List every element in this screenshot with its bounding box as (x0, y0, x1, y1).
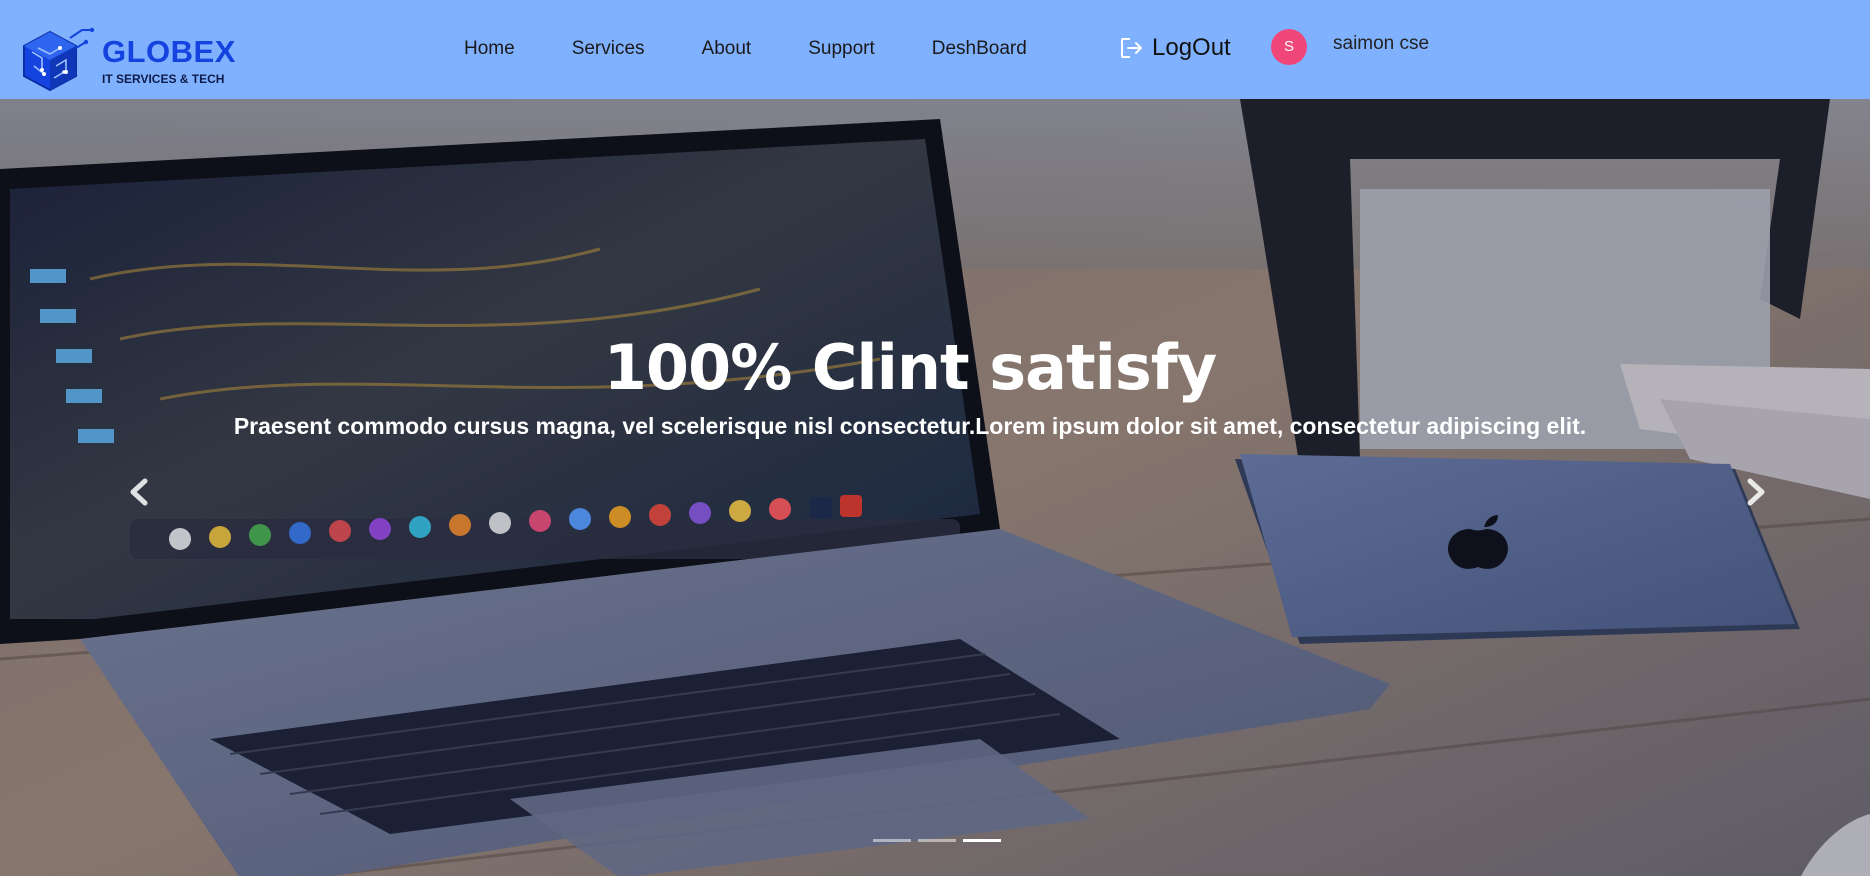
logout-icon (1121, 38, 1142, 58)
hex-circuit-logo-icon (23, 27, 95, 92)
carousel-indicators (873, 839, 1008, 845)
brand-name: GLOBEX (102, 34, 236, 69)
hero-subtitle: Praesent commodo cursus magna, vel scele… (233, 413, 1587, 439)
hero-carousel: 100% Clint satisfy Praesent commodo curs… (0, 99, 1870, 878)
main-nav: Home Services About Support DeshBoard (464, 36, 1027, 64)
carousel-indicator-3[interactable] (963, 839, 1001, 842)
brand-logo-link[interactable]: GLOBEX IT SERVICES & TECH (20, 26, 250, 102)
brand-tagline: IT SERVICES & TECH (102, 72, 225, 86)
logout-label: LogOut (1152, 34, 1231, 61)
top-navbar: GLOBEX IT SERVICES & TECH Home Services … (0, 0, 1870, 99)
nav-link-dashboard[interactable]: DeshBoard (932, 36, 1027, 64)
logout-button[interactable]: LogOut (1120, 32, 1231, 64)
chevron-left-icon[interactable] (115, 467, 165, 517)
user-name[interactable]: saimon cse (1333, 33, 1429, 55)
hero-title: 100% Clint satisfy (603, 330, 1217, 404)
chevron-right-icon[interactable] (1730, 467, 1780, 517)
nav-link-home[interactable]: Home (464, 36, 515, 64)
nav-link-services[interactable]: Services (572, 36, 645, 64)
hero-overlay (0, 99, 1870, 878)
nav-link-support[interactable]: Support (808, 36, 875, 64)
nav-link-about[interactable]: About (702, 36, 752, 64)
user-avatar[interactable]: S (1271, 29, 1307, 65)
carousel-indicator-1[interactable] (873, 839, 911, 842)
carousel-indicator-2[interactable] (918, 839, 956, 842)
